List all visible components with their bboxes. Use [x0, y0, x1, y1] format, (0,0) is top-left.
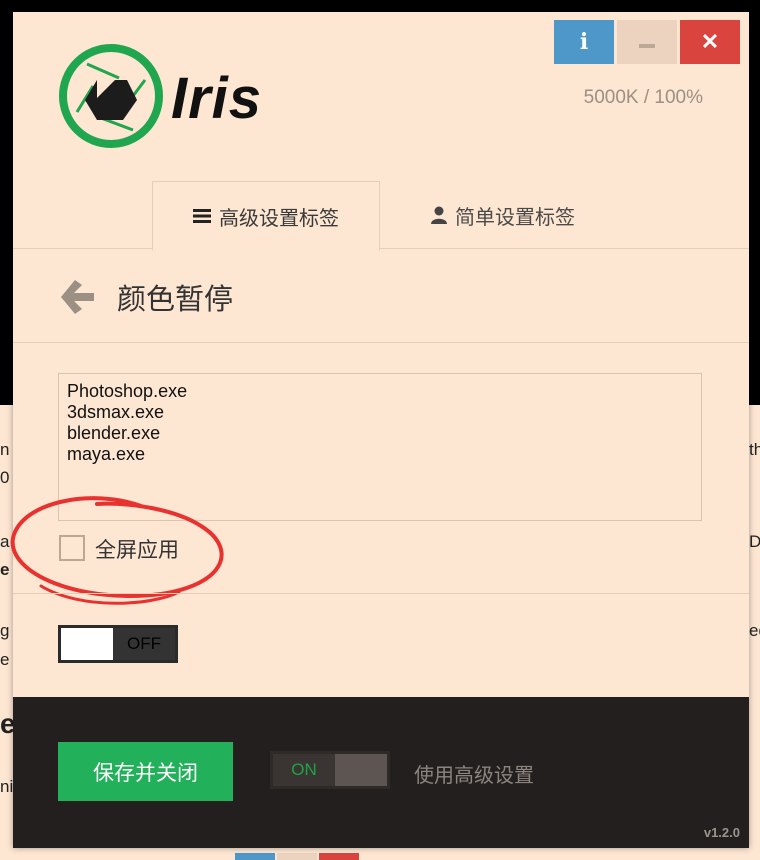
background-text: a: [0, 532, 10, 551]
version-label: v1.2.0: [703, 825, 740, 840]
tab-label: 简单设置标签: [455, 204, 575, 229]
fullscreen-apps-label: 全屏应用: [95, 538, 179, 562]
tabs-divider: [13, 248, 749, 249]
info-button[interactable]: i: [554, 20, 614, 64]
toggle-knob: [335, 754, 387, 786]
fullscreen-apps-checkbox[interactable]: [59, 535, 85, 561]
toggle-state-label: OFF: [127, 634, 161, 653]
background-text: e: [0, 650, 10, 669]
toggle-knob: [61, 628, 113, 660]
iris-logo-icon: [59, 44, 163, 148]
background-close-button: [319, 853, 359, 860]
tab-label: 高级设置标签: [219, 205, 339, 230]
background-text: ni: [0, 777, 14, 796]
app-name: Iris: [171, 66, 263, 131]
minimize-button[interactable]: [617, 20, 677, 64]
menu-icon: [193, 208, 211, 224]
advanced-settings-toggle[interactable]: ON: [270, 751, 390, 789]
info-icon: i: [579, 29, 589, 55]
color-pause-toggle[interactable]: OFF: [58, 625, 178, 663]
tab-advanced-settings[interactable]: 高级设置标签: [152, 181, 380, 251]
save-and-close-button[interactable]: 保存并关闭: [58, 742, 233, 801]
background-text: th: [749, 440, 760, 459]
tab-simple-settings[interactable]: 简单设置标签: [393, 181, 613, 249]
user-icon: [431, 206, 447, 224]
close-icon: ✕: [700, 29, 720, 55]
advanced-settings-label: 使用高级设置: [414, 763, 534, 787]
paused-apps-list[interactable]: Photoshop.exe 3dsmax.exe blender.exe may…: [58, 373, 702, 521]
background-minimize-button: [277, 853, 317, 860]
back-arrow-icon[interactable]: [58, 277, 96, 317]
close-button[interactable]: ✕: [680, 20, 740, 64]
background-text: 0: [0, 468, 10, 487]
toggle-state-label: ON: [291, 760, 317, 779]
divider: [13, 342, 749, 343]
background-text: ed: [749, 621, 760, 640]
iris-window: i ✕ Iris 5000K / 100% 高级设置标签 简单设置标签 颜色暂停: [10, 12, 749, 848]
minimize-icon: [639, 44, 655, 48]
background-text: D: [749, 532, 760, 551]
footer-bar: 保存并关闭 ON 使用高级设置 v1.2.0: [13, 697, 749, 848]
divider: [13, 593, 749, 594]
background-text: e: [0, 560, 10, 579]
section-title: 颜色暂停: [117, 282, 234, 316]
temperature-brightness-status: 5000K / 100%: [583, 87, 703, 108]
background-text: n: [0, 440, 10, 459]
background-info-button: [235, 853, 275, 860]
